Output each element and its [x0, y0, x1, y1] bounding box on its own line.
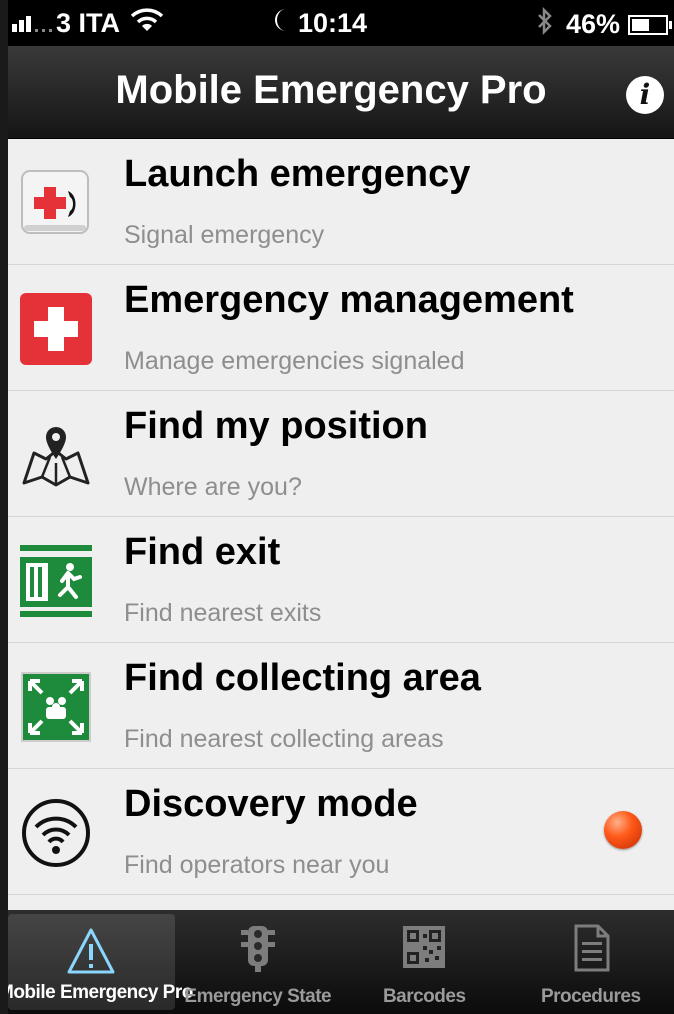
moon-icon: [270, 7, 292, 40]
page-title: Mobile Emergency Pro: [115, 68, 547, 112]
menu-item-subtitle: Find operators near you: [124, 851, 390, 879]
battery-icon: [628, 14, 672, 35]
map-pin-icon: [20, 419, 92, 491]
tab-label: Mobile Emergency Pro: [8, 982, 193, 1003]
menu-item-subtitle: Manage emergencies signaled: [124, 347, 465, 375]
tab-bar: Mobile Emergency Pro Emergency State Bar…: [8, 910, 674, 1014]
assembly-point-icon: [20, 671, 92, 743]
status-left: 3 ITA: [12, 7, 164, 40]
menu-item-discovery-mode[interactable]: Discovery mode Find operators near you: [8, 769, 674, 895]
red-cross-icon: [20, 293, 92, 365]
wifi-icon: [130, 7, 164, 40]
app-screen: 3 ITA 10:14 46% Mobile Emergency Pro i L…: [8, 0, 674, 1014]
menu-item-find-collecting-area[interactable]: Find collecting area Find nearest collec…: [8, 643, 674, 769]
tab-label: Barcodes: [382, 986, 466, 1007]
menu-item-title: Discovery mode: [124, 783, 418, 825]
carrier-label: 3 ITA: [56, 8, 121, 38]
battery-level: [632, 18, 649, 31]
tab-procedures[interactable]: Procedures: [508, 910, 674, 1014]
exit-sign-icon: [20, 545, 92, 617]
tab-label: Procedures: [540, 986, 641, 1007]
signal-bars-icon: [12, 15, 52, 32]
menu-item-subtitle: Find nearest collecting areas: [124, 725, 444, 753]
menu-item-find-exit[interactable]: Find exit Find nearest exits: [8, 517, 674, 643]
wifi-circle-icon: [20, 797, 92, 869]
clock-time: 10:14: [298, 8, 368, 38]
tab-label: Emergency State: [184, 986, 332, 1007]
menu-list: Launch emergency Signal emergency Emerge…: [8, 139, 674, 895]
menu-item-title: Emergency management: [124, 279, 574, 321]
menu-item-title: Find my position: [124, 405, 428, 447]
menu-item-subtitle: Find nearest exits: [124, 599, 322, 627]
navigation-bar: Mobile Emergency Pro i: [8, 46, 674, 139]
status-indicator[interactable]: [604, 811, 642, 849]
status-center: 10:14: [270, 7, 367, 40]
warning-triangle-icon: [66, 926, 116, 978]
menu-item-find-my-position[interactable]: Find my position Where are you?: [8, 391, 674, 517]
qr-code-icon: [399, 922, 449, 974]
bluetooth-icon: [536, 6, 554, 42]
menu-item-title: Find collecting area: [124, 657, 481, 699]
menu-item-emergency-management[interactable]: Emergency management Manage emergencies …: [8, 265, 674, 391]
status-right: 46%: [536, 6, 672, 42]
info-icon[interactable]: i: [626, 76, 664, 114]
tab-barcodes[interactable]: Barcodes: [341, 910, 508, 1014]
menu-item-subtitle: Where are you?: [124, 473, 302, 501]
menu-item-subtitle: Signal emergency: [124, 221, 325, 249]
document-icon: [566, 922, 616, 974]
battery-percent: 46%: [565, 9, 620, 39]
menu-item-title: Launch emergency: [124, 153, 471, 195]
tab-mobile-emergency-pro[interactable]: Mobile Emergency Pro: [8, 914, 193, 1010]
traffic-light-icon: [233, 922, 283, 974]
status-bar: 3 ITA 10:14 46%: [8, 0, 674, 46]
menu-item-launch-emergency[interactable]: Launch emergency Signal emergency: [8, 139, 674, 265]
tab-emergency-state[interactable]: Emergency State: [175, 910, 342, 1014]
menu-item-title: Find exit: [124, 531, 281, 573]
emergency-phone-icon: [20, 167, 92, 239]
